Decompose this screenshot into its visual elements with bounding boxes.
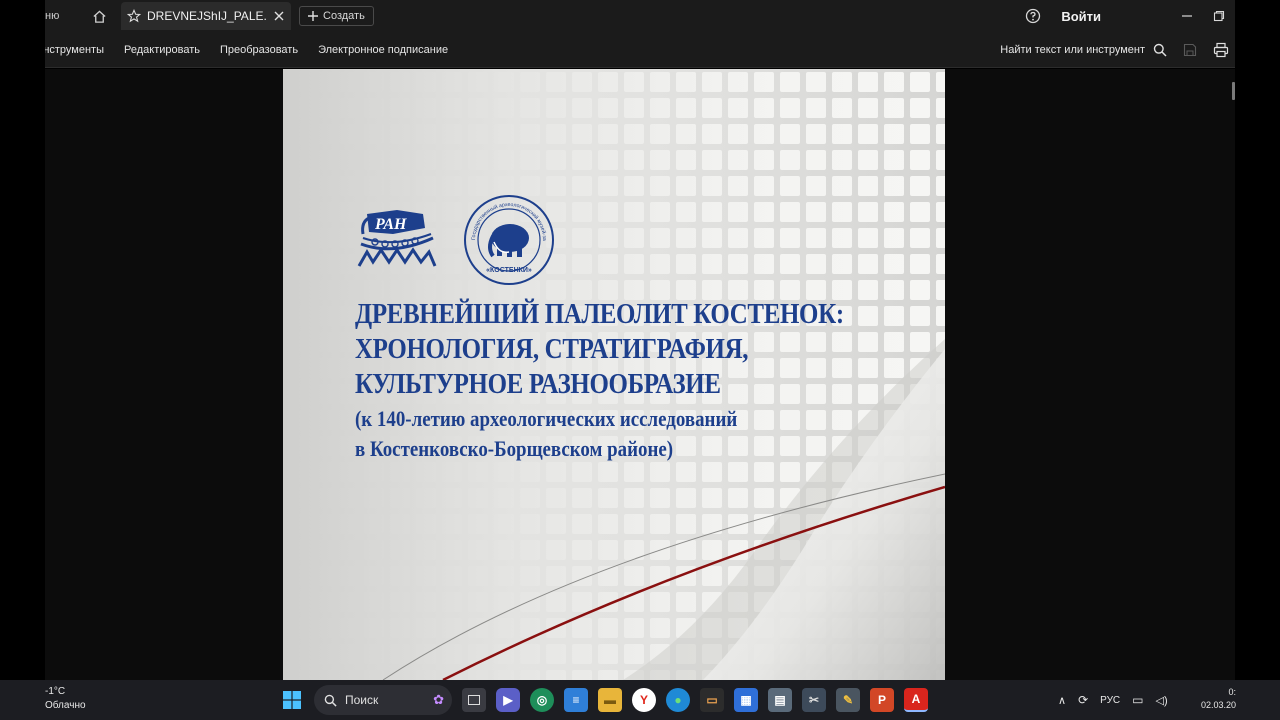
taskbar-search[interactable]: Поиск ✿ bbox=[314, 685, 452, 715]
windows-logo-icon bbox=[283, 691, 301, 709]
calendar-app-icon[interactable]: ▦ bbox=[734, 688, 758, 712]
weather-desc: Облачно bbox=[45, 700, 86, 711]
volume-icon[interactable]: ◁) bbox=[1156, 694, 1168, 707]
main-toolbar: нструменты Редактировать Преобразовать Э… bbox=[45, 32, 1235, 68]
create-button[interactable]: Создать bbox=[299, 6, 374, 26]
pdf-page: РАН Государственный археологический музе… bbox=[283, 69, 945, 680]
menu-convert[interactable]: Преобразовать bbox=[220, 44, 298, 56]
kostenki-bottom-text: «КОСТЕНКИ» bbox=[486, 267, 532, 274]
create-label: Создать bbox=[323, 10, 365, 22]
weather-temp: -1°C bbox=[45, 686, 66, 697]
plus-icon bbox=[308, 11, 318, 21]
document-viewport[interactable]: РАН Государственный археологический музе… bbox=[45, 69, 1235, 680]
minimize-icon[interactable] bbox=[1181, 10, 1193, 22]
tab-bar: ню DREVNEJShIJ_PALE... Создать Войти bbox=[45, 0, 1235, 32]
language-indicator[interactable]: РУС bbox=[1100, 695, 1120, 706]
cover-logos: РАН Государственный археологический музе… bbox=[353, 194, 555, 286]
right-black-bar bbox=[1235, 0, 1280, 720]
kostenki-museum-logo: Государственный археологический музей-за… bbox=[463, 194, 554, 285]
paint-app-icon[interactable]: ✎ bbox=[836, 688, 860, 712]
powerpoint-icon[interactable]: P bbox=[870, 688, 894, 712]
sync-icon[interactable]: ⟳ bbox=[1078, 693, 1088, 707]
restore-icon[interactable] bbox=[1213, 10, 1225, 22]
document-tab[interactable]: DREVNEJShIJ_PALE... bbox=[121, 2, 291, 30]
ras-logo-text: РАН bbox=[374, 216, 407, 233]
weather-widget[interactable]: -1°C Облачно bbox=[45, 685, 86, 713]
taskbar-search-label: Поиск bbox=[345, 693, 379, 707]
signin-button[interactable]: Войти bbox=[1061, 9, 1101, 24]
taskbar-apps: Поиск ✿ ▶ ◎ ≡ ▬ Y ● ▭ ▦ ▤ ✂ ✎ P A bbox=[280, 684, 928, 716]
chevron-up-icon[interactable]: ∧ bbox=[1058, 694, 1066, 707]
document-tab-title: DREVNEJShIJ_PALE... bbox=[147, 9, 267, 23]
home-tab-label[interactable]: ню bbox=[45, 10, 71, 22]
search-highlight-icon: ✿ bbox=[433, 692, 444, 707]
cover-title-line-2: ХРОНОЛОГИЯ, СТРАТИГРАФИЯ, bbox=[355, 333, 749, 365]
save-icon[interactable] bbox=[1183, 43, 1197, 57]
network-icon[interactable]: ▭ bbox=[1132, 693, 1143, 707]
cover-title-line-1: ДРЕВНЕЙШИЙ ПАЛЕОЛИТ КОСТЕНОК: bbox=[355, 298, 844, 330]
cover-subtitle-line-2: в Костенковско-Борщевском районе) bbox=[355, 436, 674, 461]
star-icon[interactable] bbox=[127, 9, 141, 23]
task-view-icon[interactable] bbox=[462, 688, 486, 712]
notes-app-icon[interactable]: ≡ bbox=[564, 688, 588, 712]
left-black-bar bbox=[0, 0, 45, 720]
print-icon[interactable] bbox=[1213, 42, 1229, 58]
file-explorer-icon[interactable]: ▬ bbox=[598, 688, 622, 712]
clock-time: 0: bbox=[1228, 687, 1236, 697]
home-button[interactable] bbox=[85, 2, 113, 30]
system-tray: ∧ ⟳ РУС ▭ ◁) bbox=[1058, 684, 1168, 716]
start-button[interactable] bbox=[280, 688, 304, 712]
search-icon bbox=[324, 694, 337, 707]
cover-title-block: ДРЕВНЕЙШИЙ ПАЛЕОЛИТ КОСТЕНОК: ХРОНОЛОГИЯ… bbox=[355, 297, 915, 464]
windows-taskbar: -1°C Облачно Поиск ✿ ▶ ◎ ≡ ▬ Y ● ▭ ▦ ▤ ✂… bbox=[0, 680, 1280, 720]
menu-edit[interactable]: Редактировать bbox=[124, 44, 200, 56]
calculator-icon[interactable]: ▤ bbox=[768, 688, 792, 712]
home-icon bbox=[92, 9, 106, 23]
help-icon[interactable] bbox=[1025, 8, 1041, 24]
close-tab-icon[interactable] bbox=[273, 10, 285, 22]
cover-subtitle-line-1: (к 140-летию археологических исследовани… bbox=[355, 406, 738, 431]
globe-app-icon[interactable]: ◎ bbox=[530, 688, 554, 712]
find-tool-label[interactable]: Найти текст или инструмент bbox=[1000, 44, 1145, 56]
yandex-browser-icon[interactable]: Y bbox=[632, 688, 656, 712]
ras-ship-logo: РАН bbox=[357, 210, 437, 267]
menu-tools[interactable]: нструменты bbox=[45, 44, 104, 56]
menu-esign[interactable]: Электронное подписание bbox=[318, 44, 448, 56]
chat-app-icon[interactable]: ▶ bbox=[496, 688, 520, 712]
edge-browser-icon[interactable]: ● bbox=[666, 688, 690, 712]
search-icon[interactable] bbox=[1153, 43, 1167, 57]
media-app-icon[interactable]: ▭ bbox=[700, 688, 724, 712]
acrobat-reader-icon[interactable]: A bbox=[904, 688, 928, 712]
tools-app-icon[interactable]: ✂ bbox=[802, 688, 826, 712]
cover-title-line-3: КУЛЬТУРНОЕ РАЗНООБРАЗИЕ bbox=[355, 368, 721, 400]
clock-date: 02.03.20 bbox=[1200, 700, 1236, 710]
taskbar-clock[interactable]: 0: 02.03.20 bbox=[1196, 686, 1236, 712]
